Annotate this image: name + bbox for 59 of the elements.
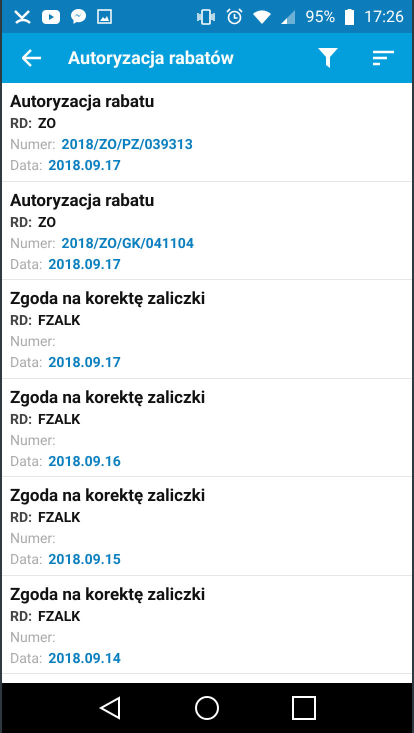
recents-button[interactable]	[292, 696, 316, 720]
date-label: Data:	[10, 157, 42, 176]
clock: 17:26	[364, 7, 404, 26]
number-label: Numer:	[10, 530, 56, 549]
back-nav-button[interactable]	[98, 696, 122, 720]
date-value: 2018.09.17	[48, 157, 121, 176]
number-value: 2018/ZO/GK/041104	[62, 234, 194, 254]
battery-percent: 95%	[305, 7, 336, 26]
wifi-icon	[253, 10, 272, 24]
list-item[interactable]: Zgoda na korektę zaliczki RD: FZALK Numer: Data: 2018.09.16	[2, 378, 412, 477]
rd-value: FZALK	[38, 608, 80, 626]
date-value: 2018.09.14	[48, 650, 121, 668]
item-title: Zgoda na korektę zaliczki	[10, 386, 206, 410]
rd-label: RD:	[10, 509, 32, 528]
date-label: Data:	[10, 551, 42, 570]
rd-label: RD:	[10, 608, 32, 626]
chat-bubble-icon	[70, 8, 87, 25]
date-label: Data:	[10, 256, 42, 274]
alarm-icon	[226, 8, 244, 25]
item-title: Zgoda na korektę zaliczki	[10, 584, 206, 606]
number-value: 2018/ZO/PZ/039313	[62, 136, 193, 155]
item-title: Autoryzacja rabatu	[10, 91, 156, 114]
list-item[interactable]: Autoryzacja rabatu RD: ZO Numer: 2018/ZO/GK/041104 Data: 2018.09.17	[2, 182, 412, 280]
date-value: 2018.09.17	[48, 354, 121, 373]
battery-icon	[345, 8, 354, 24]
screen-title: Autoryzacja rabatów	[68, 48, 235, 68]
date-label: Data:	[10, 354, 42, 373]
list-item[interactable]: Zgoda na korektę zaliczki RD: FZALK Numer: Data: 2018.09.14	[2, 576, 412, 674]
image-icon	[97, 9, 112, 24]
rd-label: RD:	[10, 410, 32, 430]
rd-value: FZALK	[38, 312, 80, 331]
list-item[interactable]: Zgoda na korektę zaliczki RD: FZALK Numer: Data: 2018.09.15	[2, 477, 412, 576]
number-label: Numer:	[10, 234, 56, 254]
number-label: Numer:	[10, 628, 56, 648]
play-icon	[42, 10, 60, 24]
list-item[interactable]: Autoryzacja rabatu RD: ZO Numer: 2018/ZO/PZ/039313 Data: 2018.09.17	[2, 83, 412, 182]
date-label: Data:	[10, 452, 42, 472]
number-label: Numer:	[10, 136, 56, 155]
date-value: 2018.09.16	[48, 452, 121, 472]
home-button[interactable]	[194, 695, 220, 721]
date-label: Data:	[10, 650, 42, 668]
date-value: 2018.09.17	[48, 256, 121, 274]
rd-value: FZALK	[38, 410, 80, 430]
number-label: Numer:	[10, 333, 56, 352]
rd-label: RD:	[10, 115, 32, 134]
item-title: Zgoda na korektę zaliczki	[10, 288, 206, 311]
rd-value: FZALK	[38, 509, 80, 528]
item-title: Zgoda na korektę zaliczki	[10, 485, 206, 508]
date-value: 2018.09.15	[48, 551, 121, 570]
number-label: Numer:	[10, 432, 56, 450]
rd-value: ZO	[38, 115, 56, 134]
missed-call-icon	[14, 10, 32, 24]
rd-label: RD:	[10, 312, 32, 331]
rd-label: RD:	[10, 214, 32, 232]
item-title: Autoryzacja rabatu	[10, 190, 156, 212]
list-item[interactable]: Zgoda na korektę zaliczki RD: FZALK Numer: Data: 2018.09.17	[2, 280, 412, 378]
vibrate-icon	[196, 8, 216, 24]
signal-icon	[281, 10, 296, 24]
rd-value: ZO	[38, 214, 56, 232]
